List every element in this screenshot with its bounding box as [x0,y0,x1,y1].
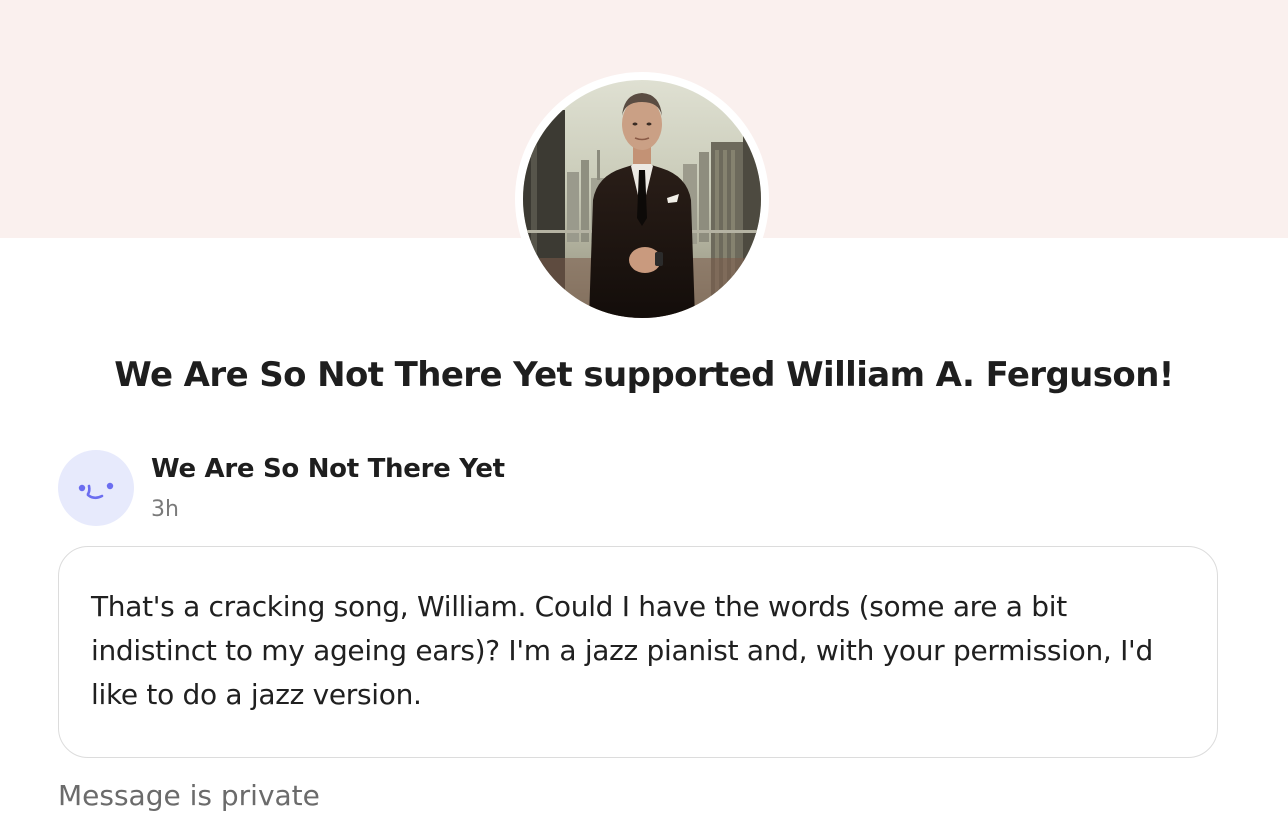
post-timestamp: 3h [151,497,179,522]
privacy-note: Message is private [58,779,320,812]
support-headline: We Are So Not There Yet supported Willia… [114,355,1174,395]
smiley-face-icon[interactable] [58,450,134,526]
creator-avatar[interactable] [515,72,769,326]
support-page: We Are So Not There Yet supported Willia… [0,0,1288,838]
message-card: That's a cracking song, William. Could I… [58,546,1218,758]
message-text: That's a cracking song, William. Could I… [91,590,1153,711]
creator-photo [523,80,761,318]
supporter-name[interactable]: We Are So Not There Yet [151,454,505,484]
